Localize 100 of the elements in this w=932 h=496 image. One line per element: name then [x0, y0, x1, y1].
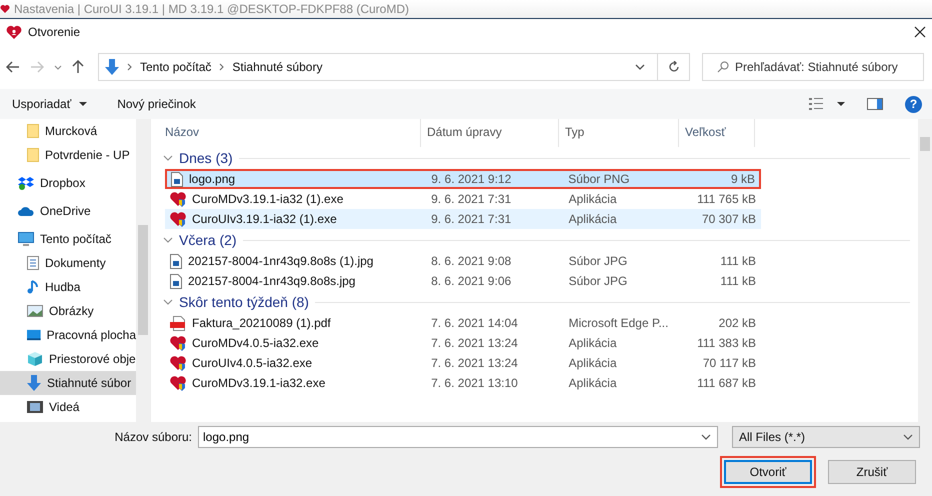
sidebar-item[interactable]: Stiahnuté súbor [0, 371, 136, 395]
type-cell-text: Aplikácia [568, 376, 618, 390]
help-icon[interactable]: ? [905, 96, 922, 112]
cancel-button[interactable]: Zrušiť [828, 460, 916, 484]
sidebar-label: Dokumenty [45, 256, 106, 270]
image-file-icon [170, 274, 182, 288]
sidebar-item[interactable]: OneDrive [0, 199, 136, 223]
chevron-icon[interactable] [163, 299, 173, 305]
size-cell-text: 111 383 kB [696, 336, 757, 350]
sidebar-item[interactable]: Obrázky [0, 299, 136, 323]
type-cell-text: Súbor JPG [568, 254, 628, 268]
sidebar-label: Videá [49, 400, 80, 414]
monitor-icon [18, 232, 34, 246]
sidebar-item[interactable]: Priestorové obje [0, 347, 136, 371]
refresh-button[interactable] [658, 53, 690, 81]
view-options-icon[interactable] [809, 98, 823, 110]
chevron-down-icon[interactable] [701, 434, 711, 440]
file-row[interactable]: CuroUIv3.19.1-ia32 (1).exe 9. 6. 2021 7:31 Aplikácia 70 307 kB [165, 209, 761, 229]
sidebar-label: Priestorové obje [49, 352, 136, 366]
sidebar-item[interactable]: Dropbox [0, 171, 136, 195]
chevron-right-icon [127, 63, 132, 71]
filename-label: Názov súboru: [114, 430, 192, 444]
chevron-right-icon [219, 63, 224, 71]
size-cell-text: 70 307 kB [700, 212, 757, 226]
caret-icon[interactable] [837, 102, 845, 106]
heart-shield-icon [170, 191, 186, 207]
file-row[interactable]: CuroMDv3.19.1-ia32 (1).exe 9. 6. 2021 7:31 Aplikácia 111 765 kB [165, 189, 761, 209]
sidebar-label: Potvrdenie - UP [45, 148, 130, 162]
sidebar-label: Pracovná plocha [46, 328, 136, 342]
size-cell-text: 202 kB [718, 316, 757, 330]
organize-button[interactable]: Usporiadať [4, 93, 96, 115]
file-name: CuroUIv3.19.1-ia32 (1).exe [192, 212, 337, 226]
file-type-dropdown[interactable]: All Files (*.*) [732, 426, 920, 448]
size-cell-text: 70 117 kB [702, 356, 757, 370]
sidebar-label: Murcková [45, 124, 98, 138]
column-header[interactable]: Dátum úpravy [421, 119, 559, 147]
heart-icon [0, 4, 10, 14]
scrollbar[interactable] [136, 119, 150, 422]
size-cell-text: 111 kB [719, 274, 757, 288]
preview-pane-icon[interactable] [867, 98, 883, 110]
date-cell-text: 9. 6. 2021 9:12 [430, 172, 512, 186]
dialog-title: Otvorenie [28, 25, 80, 39]
breadcrumb-item[interactable]: Tento počítač [140, 60, 212, 74]
file-row[interactable]: logo.png 9. 6. 2021 9:12 Súbor PNG 9 kB [165, 169, 761, 189]
image-file-icon [171, 172, 183, 186]
sidebar-label: Tento počítač [40, 232, 112, 246]
sidebar-item[interactable]: Videá [0, 395, 136, 419]
column-header[interactable]: Veľkosť [679, 119, 755, 147]
column-header[interactable]: Typ [559, 119, 679, 147]
download-arrow-icon [105, 59, 119, 75]
download-arrow-icon [27, 375, 41, 391]
sidebar-item[interactable]: Pracovná plocha [0, 323, 136, 347]
file-row[interactable]: 202157-8004-1nr43q9.8o8s.jpg 8. 6. 2021 9:06 Súbor JPG 111 kB [165, 271, 761, 291]
date-cell-text: 7. 6. 2021 13:24 [430, 356, 519, 370]
filename-field[interactable]: logo.png [203, 430, 701, 444]
dropbox-icon [18, 176, 34, 190]
type-cell-text: Aplikácia [568, 192, 618, 206]
type-cell-text: Súbor JPG [568, 274, 628, 288]
type-cell-text: Aplikácia [568, 356, 618, 370]
type-cell-text: Aplikácia [568, 336, 618, 350]
file-row[interactable]: 202157-8004-1nr43q9.8o8s (1).jpg 8. 6. 2021 9:08 Súbor JPG 111 kB [165, 251, 761, 271]
file-name: Faktura_20210089 (1).pdf [192, 316, 331, 330]
sidebar-label: Hudba [45, 280, 80, 294]
filename-combo-box[interactable]: logo.png [198, 426, 718, 448]
close-icon[interactable] [914, 26, 926, 38]
file-name: CuroMDv3.19.1-ia32 (1).exe [192, 192, 344, 206]
music-note-icon [27, 280, 39, 294]
chevron-icon[interactable] [163, 155, 173, 161]
size-cell-text: 111 kB [719, 254, 757, 268]
open-button[interactable]: Otvoriť [724, 460, 812, 484]
new-folder-button[interactable]: Nový priečinok [109, 93, 204, 115]
group-heading: Včera (2) [179, 232, 237, 248]
file-row[interactable]: CuroMDv4.0.5-ia32.exe 7. 6. 2021 13:24 Aplikácia 111 383 kB [165, 333, 761, 353]
file-name: 202157-8004-1nr43q9.8o8s (1).jpg [188, 254, 374, 268]
sidebar-item[interactable]: Potvrdenie - UP [0, 143, 136, 167]
type-cell-text: Aplikácia [568, 212, 618, 226]
up-arrow-icon[interactable] [72, 60, 84, 74]
chevron-down-icon[interactable] [635, 64, 645, 70]
file-row[interactable]: Faktura_20210089 (1).pdf 7. 6. 2021 14:04 Microsoft Edge P... 202 kB [165, 313, 761, 333]
type-cell-text: Microsoft Edge P... [568, 316, 670, 330]
search-box[interactable]: Prehľadávať: Stiahnuté súbory [702, 53, 924, 81]
file-row[interactable]: CuroUIv4.0.5-ia32.exe 7. 6. 2021 13:24 Aplikácia 70 117 kB [165, 353, 761, 373]
sidebar-item[interactable]: Hudba [0, 275, 136, 299]
caret-icon [79, 102, 88, 106]
address-bar[interactable]: Tento počítač Stiahnuté súbory [98, 53, 658, 81]
heart-shield-icon [170, 335, 186, 351]
breadcrumb-item[interactable]: Stiahnuté súbory [232, 60, 322, 74]
picture-icon [27, 305, 43, 317]
sidebar-item[interactable]: Murcková [0, 119, 136, 143]
scrollbar[interactable] [918, 119, 932, 422]
chevron-down-icon[interactable] [54, 64, 62, 70]
film-icon [27, 401, 43, 413]
sidebar-item[interactable]: Tento počítač [0, 227, 136, 251]
sidebar-item[interactable]: Dokumenty [0, 251, 136, 275]
chevron-icon[interactable] [163, 237, 173, 243]
file-row[interactable]: CuroMDv3.19.1-ia32.exe 7. 6. 2021 13:10 Aplikácia 111 687 kB [165, 373, 761, 393]
back-arrow-icon[interactable] [6, 61, 20, 73]
sidebar-label: Dropbox [40, 176, 86, 190]
file-name: CuroMDv4.0.5-ia32.exe [192, 336, 319, 350]
column-header[interactable]: Názov [159, 119, 421, 147]
